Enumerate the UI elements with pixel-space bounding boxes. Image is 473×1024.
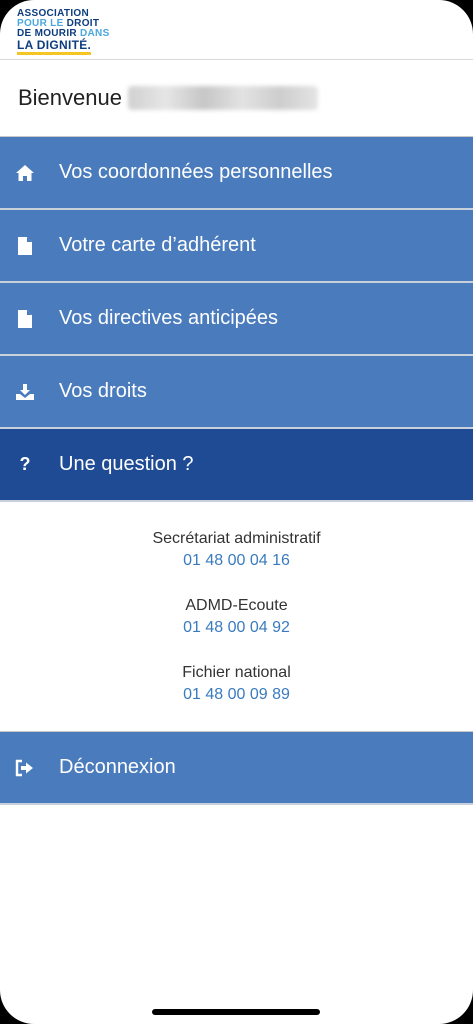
logo-text: LA DIGNITÉ. <box>17 37 92 55</box>
file-icon <box>14 235 36 257</box>
home-icon <box>14 162 36 184</box>
contact-ecoute: ADMD-Ecoute 01 48 00 04 92 <box>0 595 473 639</box>
contact-phone-link[interactable]: 01 48 00 04 16 <box>0 550 473 572</box>
contact-secretariat: Secrétariat administratif 01 48 00 04 16 <box>0 528 473 572</box>
menu-item-carte-adherent[interactable]: Votre carte d’adhérent <box>0 210 473 283</box>
logout-icon <box>14 757 36 779</box>
contact-phone-link[interactable]: 01 48 00 04 92 <box>0 617 473 639</box>
logout-section: Déconnexion <box>0 731 473 805</box>
contact-fichier: Fichier national 01 48 00 09 89 <box>0 662 473 706</box>
logout-label: Déconnexion <box>59 756 176 778</box>
menu-item-directives[interactable]: Vos directives anticipées <box>0 283 473 356</box>
contact-title: Fichier national <box>182 664 291 681</box>
menu-item-label: Vos directives anticipées <box>59 307 279 329</box>
question-icon: ? <box>19 454 31 474</box>
redacted-user-name <box>127 86 318 110</box>
welcome-banner: Bienvenue <box>0 60 473 136</box>
logo-line-4: LA DIGNITÉ. <box>17 37 110 55</box>
logo-text: DANS <box>80 27 110 39</box>
main-menu: Vos coordonnées personnelles Votre carte… <box>0 136 473 502</box>
app-screen: ASSOCIATION POUR LE DROIT DE MOURIR DANS… <box>0 0 473 1024</box>
header: ASSOCIATION POUR LE DROIT DE MOURIR DANS… <box>0 0 473 60</box>
menu-item-label: Vos coordonnées personnelles <box>59 161 333 183</box>
contact-phone-link[interactable]: 01 48 00 09 89 <box>0 684 473 706</box>
admd-logo[interactable]: ASSOCIATION POUR LE DROIT DE MOURIR DANS… <box>17 8 110 55</box>
menu-item-droits[interactable]: Vos droits <box>0 356 473 429</box>
menu-item-label: Une question ? <box>59 453 194 475</box>
menu-item-coordonnees[interactable]: Vos coordonnées personnelles <box>0 137 473 210</box>
menu-item-question[interactable]: ? Une question ? <box>0 429 473 502</box>
logout-button[interactable]: Déconnexion <box>0 732 473 805</box>
contact-title: ADMD-Ecoute <box>185 597 288 614</box>
contacts-section: Secrétariat administratif 01 48 00 04 16… <box>0 502 473 731</box>
home-indicator[interactable] <box>152 1009 320 1015</box>
menu-item-label: Vos droits <box>59 380 147 402</box>
contact-title: Secrétariat administratif <box>152 530 321 547</box>
download-icon <box>14 381 36 403</box>
menu-item-label: Votre carte d’adhérent <box>59 234 256 256</box>
logo-text: DE MOURIR <box>17 27 77 39</box>
logo-line-3: DE MOURIR DANS <box>17 27 110 39</box>
welcome-label: Bienvenue <box>18 85 122 110</box>
file-icon <box>14 308 36 330</box>
